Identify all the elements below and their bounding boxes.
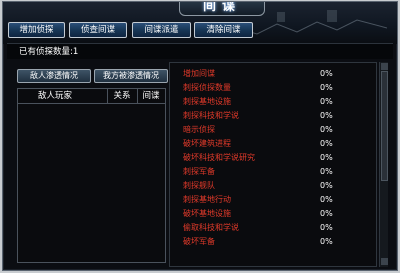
list-item[interactable]: 破坏建筑进程 0% [170, 138, 376, 150]
action-name: 刺探基地行动 [183, 195, 231, 204]
action-name: 破坏军备 [183, 237, 215, 246]
dispatch-spy-button[interactable]: 间谍派遣 [132, 22, 191, 38]
action-percent: 0% [320, 125, 333, 134]
action-name: 增加间谍 [183, 69, 215, 78]
enemy-player-table: 敌人玩家 关系 间谍 [17, 88, 166, 263]
action-name: 刺探侦探数量 [183, 83, 231, 92]
list-item[interactable]: 增加间谍 0% [170, 68, 376, 80]
action-name: 刺探军备 [183, 167, 215, 176]
action-percent: 0% [320, 167, 333, 176]
action-name: 刺探舰队 [183, 181, 215, 190]
list-item[interactable]: 破坏军备 0% [170, 236, 376, 248]
column-spy[interactable]: 间谍 [137, 89, 165, 104]
action-name: 偷取科技和学说 [183, 223, 239, 232]
window-title: 间谍 [179, 2, 265, 16]
column-relation[interactable]: 关系 [107, 89, 137, 104]
list-item[interactable]: 暗示侦探 0% [170, 124, 376, 136]
action-percent: 0% [320, 97, 333, 106]
list-item[interactable]: 刺探科技和学说 0% [170, 110, 376, 122]
action-list-scrollbar[interactable] [379, 62, 388, 267]
scroll-up-arrow-icon[interactable] [381, 63, 388, 70]
add-spy-button[interactable]: 增加侦探 [8, 22, 65, 38]
list-item[interactable]: 刺探基地行动 0% [170, 194, 376, 206]
list-item[interactable]: 破坏科技和学说研究 0% [170, 152, 376, 164]
list-item[interactable]: 刺探军备 0% [170, 166, 376, 178]
table-header: 敌人玩家 关系 间谍 [18, 89, 165, 104]
list-item[interactable]: 刺探侦探数量 0% [170, 82, 376, 94]
action-percent: 0% [320, 223, 333, 232]
list-item[interactable]: 刺探基地设施 0% [170, 96, 376, 108]
spy-window: 间谍 增加侦探 侦查间谍 间谍派遣 清除间谍 已有侦探数量:1 敌人渗透情况 我… [2, 1, 398, 271]
list-item[interactable]: 破坏基地设施 0% [170, 208, 376, 220]
action-percent: 0% [320, 195, 333, 204]
clear-spy-button[interactable]: 清除间谍 [194, 22, 253, 38]
action-name: 刺探基地设施 [183, 97, 231, 106]
list-item[interactable]: 偷取科技和学说 0% [170, 222, 376, 234]
action-name: 暗示侦探 [183, 125, 215, 134]
list-item[interactable]: 刺探舰队 0% [170, 180, 376, 192]
column-enemy-player[interactable]: 敌人玩家 [18, 89, 92, 104]
action-percent: 0% [320, 181, 333, 190]
action-percent: 0% [320, 69, 333, 78]
tab-own-infiltration[interactable]: 我方被渗透情况 [94, 69, 168, 83]
action-percent: 0% [320, 153, 333, 162]
detect-spy-button[interactable]: 侦查间谍 [69, 22, 127, 38]
action-name: 刺探科技和学说 [183, 111, 239, 120]
action-name: 破坏科技和学说研究 [183, 153, 255, 162]
action-percent: 0% [320, 209, 333, 218]
action-name: 破坏基地设施 [183, 209, 231, 218]
action-name: 破坏建筑进程 [183, 139, 231, 148]
action-percent: 0% [320, 237, 333, 246]
spy-action-list: 增加间谍 0% 刺探侦探数量 0% 刺探基地设施 0% 刺探科技和学说 0% 暗示侦探 0… [169, 62, 377, 267]
tab-enemy-infiltration[interactable]: 敌人渗透情况 [17, 69, 91, 83]
scroll-down-arrow-icon[interactable] [381, 258, 388, 265]
action-percent: 0% [320, 111, 333, 120]
action-percent: 0% [320, 83, 333, 92]
spy-count-label: 已有侦探数量:1 [7, 43, 393, 59]
scroll-thumb[interactable] [381, 71, 388, 181]
action-percent: 0% [320, 139, 333, 148]
